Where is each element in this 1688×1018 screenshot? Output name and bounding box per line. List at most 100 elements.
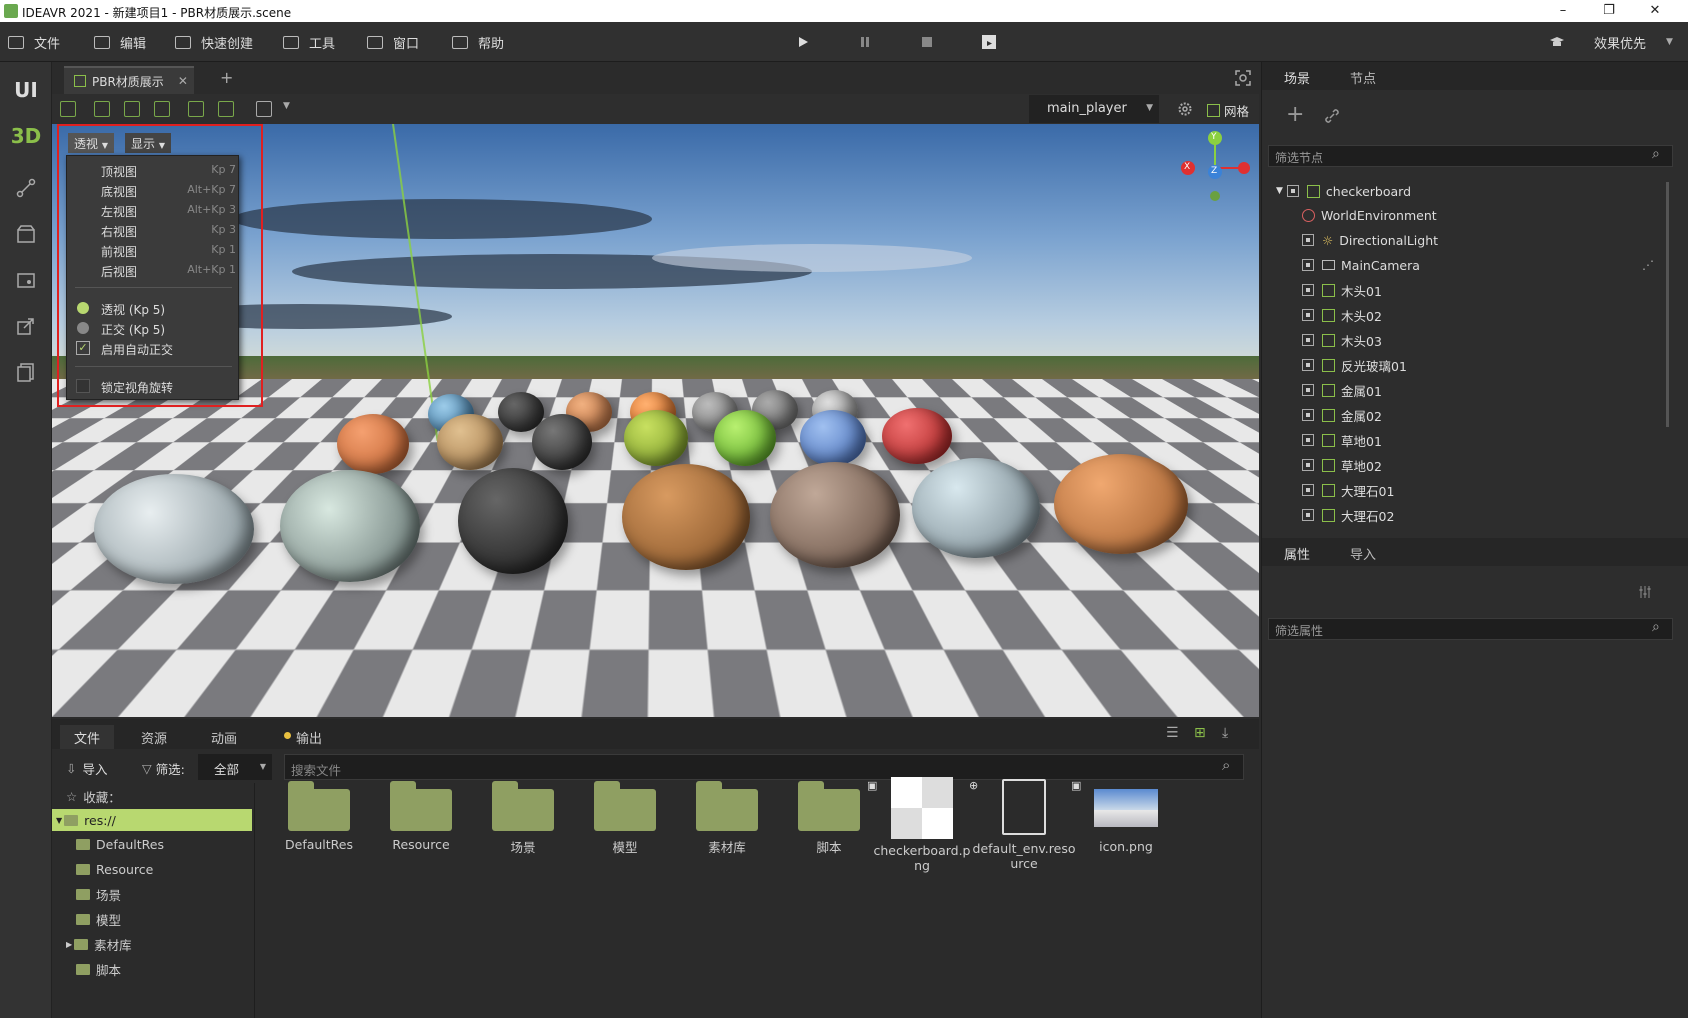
menu-help[interactable]: 帮助 bbox=[452, 32, 504, 52]
visibility-icon[interactable] bbox=[1302, 384, 1314, 396]
search-icon[interactable]: ⌕ bbox=[1652, 146, 1660, 162]
tab-animation[interactable]: 动画 bbox=[197, 725, 251, 749]
media-icon[interactable] bbox=[16, 270, 36, 290]
move-tool-icon[interactable] bbox=[94, 101, 110, 117]
graduation-cap-icon[interactable] bbox=[1549, 34, 1565, 50]
material-sphere[interactable] bbox=[532, 414, 592, 470]
property-filter-input[interactable]: 筛选属性 bbox=[1268, 618, 1673, 640]
file-item-model[interactable]: 模型 bbox=[577, 779, 673, 856]
scale-tool-icon[interactable] bbox=[154, 101, 170, 117]
tree-node-wood02[interactable]: 木头02 bbox=[1302, 304, 1382, 326]
file-item-icon-png[interactable]: icon.png bbox=[1074, 779, 1178, 854]
layout-chevron-icon[interactable]: ▼ bbox=[283, 101, 290, 111]
visibility-icon[interactable] bbox=[1302, 334, 1314, 346]
tree-node-grass02[interactable]: 草地02 bbox=[1302, 454, 1382, 476]
pause-icon[interactable] bbox=[857, 34, 873, 50]
visibility-icon[interactable] bbox=[1302, 484, 1314, 496]
search-icon[interactable]: ⌕ bbox=[1222, 756, 1230, 774]
tab-files[interactable]: 文件 bbox=[60, 725, 115, 749]
tree-node-glass01[interactable]: 反光玻璃01 bbox=[1302, 354, 1407, 376]
maximize-button[interactable]: ❐ bbox=[1586, 0, 1632, 22]
tree-item-scene[interactable]: 场景 bbox=[76, 883, 121, 905]
filter-select[interactable]: 全部 ▼ bbox=[198, 754, 272, 780]
layout-tool-icon[interactable] bbox=[256, 101, 272, 117]
material-sphere[interactable] bbox=[337, 414, 409, 474]
file-item-library[interactable]: 素材库 bbox=[679, 779, 775, 856]
visibility-icon[interactable] bbox=[1302, 434, 1314, 446]
material-sphere[interactable] bbox=[458, 468, 568, 574]
file-item-scene[interactable]: 场景 bbox=[475, 779, 571, 856]
node-graph-icon[interactable] bbox=[16, 178, 36, 198]
menu-quick-create[interactable]: 快速创建 bbox=[175, 32, 253, 52]
3d-mode-button[interactable]: 3D bbox=[0, 124, 52, 148]
material-sphere[interactable] bbox=[280, 470, 420, 582]
quality-dropdown[interactable]: 效果优先 ▼ bbox=[1594, 32, 1673, 52]
add-node-icon[interactable]: + bbox=[1286, 102, 1304, 127]
favorites-header[interactable]: ☆ 收藏： bbox=[66, 785, 121, 807]
visibility-icon[interactable] bbox=[1302, 509, 1314, 521]
tree-node-metal01[interactable]: 金属01 bbox=[1302, 379, 1382, 401]
expand-icon[interactable]: ▼ bbox=[56, 816, 62, 825]
tree-item-script[interactable]: 脚本 bbox=[76, 958, 121, 980]
file-item-default-env[interactable]: default_env.resource bbox=[972, 779, 1076, 871]
close-tab-icon[interactable]: ✕ bbox=[178, 74, 188, 88]
rotate-tool-icon[interactable] bbox=[124, 101, 140, 117]
tab-import[interactable]: 导入 bbox=[1350, 544, 1376, 563]
material-sphere[interactable] bbox=[624, 410, 688, 466]
material-sphere[interactable] bbox=[912, 458, 1040, 558]
search-icon[interactable]: ⌕ bbox=[1652, 619, 1660, 635]
add-tab-icon[interactable]: + bbox=[220, 68, 233, 87]
clapper-icon[interactable] bbox=[981, 34, 997, 50]
file-item-checkerboard-png[interactable]: checkerboard.png bbox=[870, 777, 974, 873]
grid-view-icon[interactable]: ⊞ bbox=[1194, 725, 1206, 741]
tree-node-directional-light[interactable]: ☼ DirectionalLight bbox=[1302, 229, 1438, 251]
scrollbar[interactable] bbox=[1666, 182, 1669, 427]
tree-node-marble02[interactable]: 大理石02 bbox=[1302, 504, 1394, 526]
store-icon[interactable] bbox=[16, 224, 36, 244]
document-icon[interactable] bbox=[16, 362, 36, 382]
tree-node-wood03[interactable]: 木头03 bbox=[1302, 329, 1382, 351]
file-search-input[interactable]: 搜索文件 bbox=[284, 754, 1244, 780]
minimize-button[interactable]: – bbox=[1540, 0, 1586, 22]
play-icon[interactable] bbox=[795, 34, 811, 50]
tree-item-defaultres[interactable]: DefaultRes bbox=[76, 833, 164, 855]
tab-scene[interactable]: 场景 bbox=[1284, 68, 1310, 87]
tab-output[interactable]: 输出 bbox=[282, 725, 336, 749]
tree-node-grass01[interactable]: 草地01 bbox=[1302, 429, 1382, 451]
visibility-icon[interactable] bbox=[1302, 309, 1314, 321]
list-view-icon[interactable]: ☰ bbox=[1166, 725, 1179, 741]
material-sphere[interactable] bbox=[770, 462, 900, 568]
pivot-tool-icon[interactable] bbox=[188, 101, 204, 117]
visibility-icon[interactable] bbox=[1302, 409, 1314, 421]
link-icon[interactable] bbox=[1324, 108, 1340, 124]
sliders-icon[interactable] bbox=[1637, 584, 1653, 600]
menu-tools[interactable]: 工具 bbox=[283, 32, 335, 52]
material-sphere[interactable] bbox=[800, 410, 866, 466]
visibility-icon[interactable] bbox=[1286, 185, 1299, 197]
tab-resources[interactable]: 资源 bbox=[127, 725, 181, 749]
visibility-icon[interactable] bbox=[1302, 259, 1314, 271]
visibility-icon[interactable] bbox=[1302, 234, 1314, 246]
download-icon[interactable]: ⤓ bbox=[1222, 725, 1228, 741]
snap-tool-icon[interactable] bbox=[218, 101, 234, 117]
file-item-defaultres[interactable]: DefaultRes bbox=[271, 779, 367, 852]
tree-node-checkerboard[interactable]: ▼ checkerboard bbox=[1276, 180, 1411, 202]
tree-item-resource[interactable]: Resource bbox=[76, 858, 153, 880]
export-icon[interactable] bbox=[16, 316, 36, 336]
tree-item-library[interactable]: ▶ 素材库 bbox=[66, 933, 132, 955]
import-button[interactable]: ⇩ 导入 bbox=[66, 759, 108, 778]
close-button[interactable]: ✕ bbox=[1632, 0, 1678, 22]
visibility-icon[interactable] bbox=[1302, 284, 1314, 296]
tree-node-metal02[interactable]: 金属02 bbox=[1302, 404, 1382, 426]
file-item-resource[interactable]: Resource bbox=[373, 779, 469, 852]
tree-item-model[interactable]: 模型 bbox=[76, 908, 121, 930]
visibility-icon[interactable] bbox=[1302, 359, 1314, 371]
material-sphere[interactable] bbox=[622, 464, 750, 570]
script-icon[interactable]: ⋰ bbox=[1642, 258, 1654, 272]
ui-mode-button[interactable]: UI bbox=[0, 78, 52, 102]
menu-window[interactable]: 窗口 bbox=[367, 32, 419, 52]
tab-node[interactable]: 节点 bbox=[1350, 68, 1376, 87]
tree-item-res-root[interactable]: ▼ res:// bbox=[52, 809, 252, 831]
camera-select[interactable]: main_player ▼ bbox=[1029, 95, 1159, 123]
material-sphere[interactable] bbox=[714, 410, 776, 466]
